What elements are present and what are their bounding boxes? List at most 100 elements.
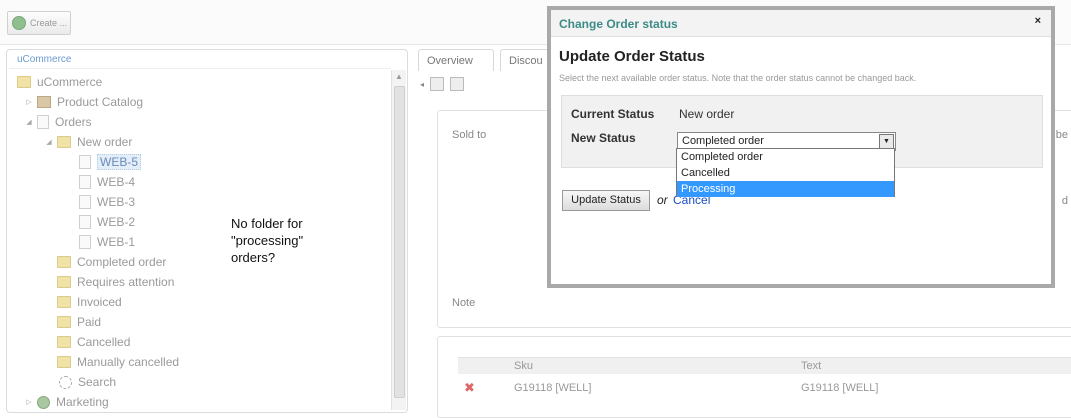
option-cancelled[interactable]: Cancelled <box>677 165 894 181</box>
current-status-label: Current Status <box>571 107 655 121</box>
tree-node-label: WEB-2 <box>97 215 136 229</box>
expand-icon[interactable]: ▷ <box>25 398 33 406</box>
close-icon[interactable]: × <box>1035 15 1041 27</box>
create-button-label: Create ... <box>30 18 68 28</box>
tree-node-web-3[interactable]: WEB-3 <box>79 193 135 211</box>
expand-icon[interactable]: ▷ <box>25 98 33 106</box>
marketing-globe-icon <box>37 395 50 409</box>
tree-node-label: WEB-3 <box>97 195 136 209</box>
order-lines-table: Sku Text ✖ G19118 [WELL] G19118 [WELL] <box>458 357 1071 402</box>
option-completed-order[interactable]: Completed order <box>677 149 894 165</box>
tree-node-label: Manually cancelled <box>77 355 180 369</box>
right-column-label: be <box>1055 129 1068 141</box>
tree-node-marketing[interactable]: ▷ Marketing <box>25 393 109 411</box>
table-header-row: Sku Text <box>458 357 1071 374</box>
dialog-title: Change Order status <box>559 17 678 31</box>
annotation-note: No folder for "processing" orders? <box>231 215 341 266</box>
folder-icon <box>57 316 71 328</box>
save-icon[interactable] <box>430 77 445 91</box>
tree-node-web-5[interactable]: WEB-5 <box>79 153 142 171</box>
table-header-sku: Sku <box>514 357 801 374</box>
editor-toolbar: ◂ <box>420 75 465 93</box>
sold-to-label: Sold to <box>452 129 487 141</box>
tree-node-label: WEB-4 <box>97 175 136 189</box>
folder-icon <box>17 76 31 88</box>
tree-node-label: Marketing <box>56 395 109 409</box>
folder-icon <box>57 256 71 268</box>
folder-icon <box>57 136 71 148</box>
dialog-description: Select the next available order status. … <box>559 73 917 83</box>
option-processing[interactable]: Processing <box>677 181 894 197</box>
tree-node-search[interactable]: Search <box>59 373 116 391</box>
order-document-icon <box>79 175 91 189</box>
dialog-header: Change Order status × <box>551 10 1051 37</box>
order-document-icon <box>79 215 91 229</box>
change-order-status-dialog: Change Order status × Update Order Statu… <box>547 6 1055 288</box>
tree-node-label: Completed order <box>77 255 167 269</box>
tree-node-paid[interactable]: Paid <box>57 313 101 331</box>
collapse-icon[interactable]: ◢ <box>25 118 33 126</box>
tree-node-label: uCommerce <box>37 75 103 89</box>
tree-node-manually-cancelled[interactable]: Manually cancelled <box>57 353 179 371</box>
order-document-icon <box>79 235 91 249</box>
scroll-up-icon[interactable]: ▲ <box>392 70 406 84</box>
delete-icon[interactable]: ✖ <box>458 374 514 402</box>
annotation-line: No folder for <box>231 216 303 231</box>
new-status-selected-value: Completed order <box>682 135 764 147</box>
tree-node-label: Cancelled <box>77 335 131 349</box>
tree-node-new-order[interactable]: ◢ New order <box>45 133 132 151</box>
table-cell-text: G19118 [WELL] <box>801 382 879 394</box>
create-button[interactable]: Create ... <box>7 11 71 35</box>
update-status-button[interactable]: Update Status <box>562 190 650 211</box>
tree-node-completed-order[interactable]: Completed order <box>57 253 166 271</box>
tree-panel-title: uCommerce <box>17 54 72 65</box>
dialog-heading: Update Order Status <box>559 48 705 65</box>
tree-node-label: New order <box>77 135 133 149</box>
scrollbar-thumb[interactable] <box>394 86 405 398</box>
content-tree-panel: uCommerce uCommerce ▷ Product Catalog ◢ … <box>6 49 408 413</box>
search-icon <box>59 375 72 389</box>
catalog-icon <box>37 96 51 108</box>
order-lines-box: Sku Text ✖ G19118 [WELL] G19118 [WELL] <box>437 336 1071 418</box>
tree-node-orders[interactable]: ◢ Orders <box>25 113 92 131</box>
tree-node-web-1[interactable]: WEB-1 <box>79 233 135 251</box>
tree-node-label: WEB-1 <box>97 235 136 249</box>
note-label: Note <box>452 297 476 309</box>
tree-node-label: Requires attention <box>77 275 175 289</box>
tree-node-label: Search <box>78 375 117 389</box>
tree-node-invoiced[interactable]: Invoiced <box>57 293 122 311</box>
tree-node-label: Paid <box>77 315 102 329</box>
edit-icon[interactable] <box>450 77 465 91</box>
current-status-value: New order <box>679 107 735 121</box>
tree-node-cancelled[interactable]: Cancelled <box>57 333 130 351</box>
folder-icon <box>57 336 71 348</box>
tab-overview[interactable]: Overview <box>418 49 494 71</box>
folder-icon <box>57 276 71 288</box>
right-column-label: d <box>1061 195 1068 207</box>
tree-scrollbar[interactable]: ▲ <box>391 70 406 410</box>
new-status-options-list: Completed order Cancelled Processing <box>676 148 895 197</box>
tree-node-label: Invoiced <box>77 295 122 309</box>
create-icon <box>12 16 26 30</box>
folder-icon <box>57 296 71 308</box>
tree-node-requires-attention[interactable]: Requires attention <box>57 273 174 291</box>
annotation-line: "processing" <box>231 233 304 248</box>
tree-node-web-4[interactable]: WEB-4 <box>79 173 135 191</box>
tree-node-web-2[interactable]: WEB-2 <box>79 213 135 231</box>
tree-node-label: Orders <box>55 115 92 129</box>
table-header-blank <box>458 357 514 374</box>
collapse-icon[interactable]: ◢ <box>45 138 53 146</box>
orders-icon <box>37 115 49 129</box>
order-document-icon <box>79 195 91 209</box>
tree-node-label: WEB-5 <box>97 154 142 170</box>
chevron-left-icon[interactable]: ◂ <box>420 80 424 89</box>
folder-icon <box>57 356 71 368</box>
dropdown-arrow-icon[interactable]: ▼ <box>879 134 894 149</box>
order-document-icon <box>79 155 91 169</box>
new-status-label: New Status <box>571 131 636 145</box>
table-cell-sku: G19118 [WELL] <box>514 382 592 394</box>
table-header-text: Text <box>801 357 1071 374</box>
tree-node-product-catalog[interactable]: ▷ Product Catalog <box>25 93 143 111</box>
annotation-line: orders? <box>231 250 276 265</box>
tree-node-ucommerce[interactable]: uCommerce <box>17 73 102 91</box>
